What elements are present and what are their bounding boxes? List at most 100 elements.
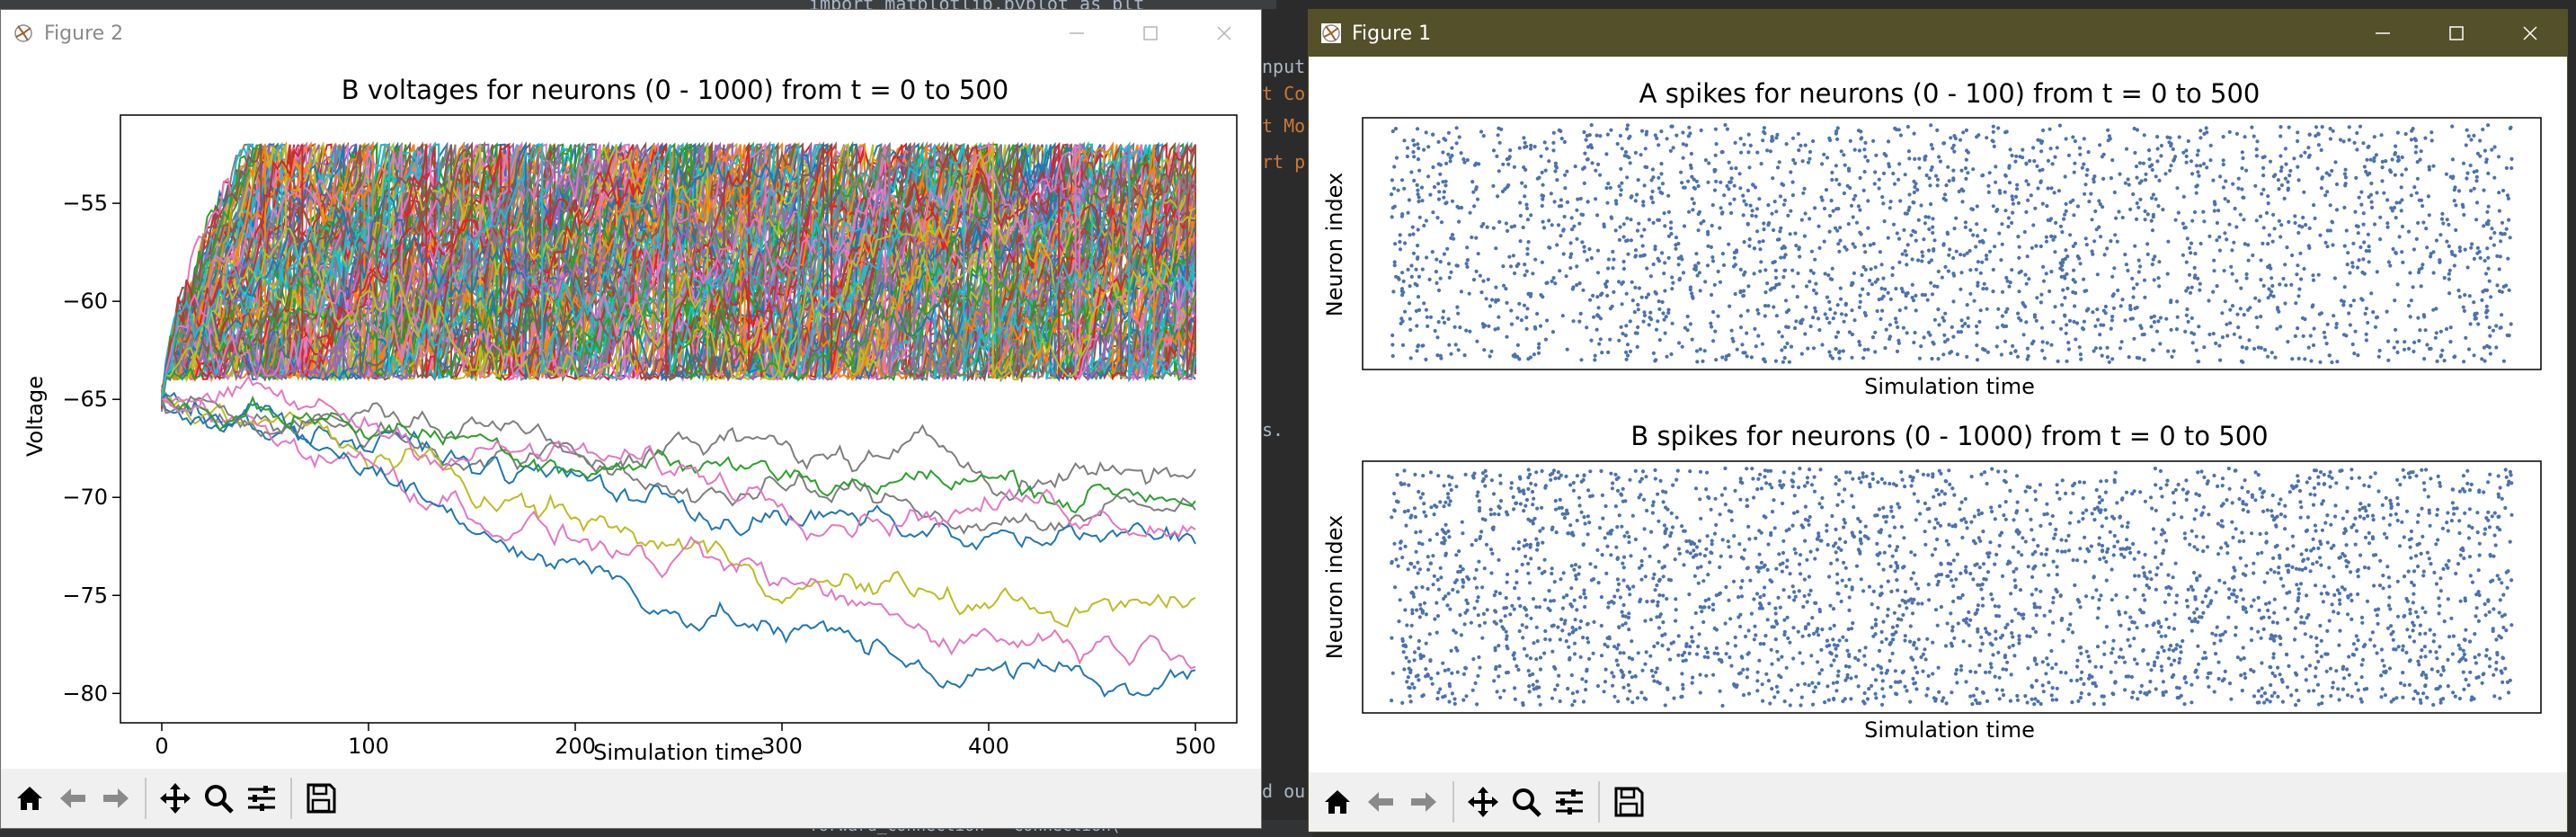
spike-point [1463, 472, 1468, 476]
spike-point [1762, 227, 1766, 232]
spike-point [1474, 567, 1479, 573]
spike-point [2304, 529, 2308, 534]
spike-point [2049, 343, 2054, 347]
spike-point [1680, 344, 1684, 349]
spike-point [1595, 683, 1601, 689]
spike-point [1941, 141, 1946, 146]
forward-icon[interactable] [94, 775, 138, 822]
spike-point [2150, 228, 2155, 233]
save-icon[interactable] [299, 775, 342, 822]
close-button[interactable] [1187, 10, 1261, 57]
back-icon[interactable] [51, 775, 94, 822]
spike-point [1965, 303, 1969, 307]
spike-point [2253, 296, 2258, 300]
spike-point [2438, 329, 2443, 334]
spike-point [1981, 240, 1985, 245]
spike-point [1911, 676, 1915, 681]
spike-point [1620, 610, 1624, 614]
spike-point [1914, 182, 1918, 186]
spike-point [1977, 239, 1982, 244]
spike-point [1596, 162, 1601, 166]
spike-point [1904, 253, 1909, 257]
spike-point [2486, 266, 2491, 271]
figure2-window[interactable]: Figure 2 B voltages for neurons (0 - 100… [0, 9, 1262, 829]
spike-point [1901, 612, 1905, 618]
spike-point [1772, 305, 1776, 309]
spike-point [2490, 147, 2494, 152]
spike-point [1651, 674, 1656, 679]
spike-point [1728, 655, 1732, 660]
spike-point [1899, 469, 1904, 475]
figure2-canvas[interactable]: B voltages for neurons (0 - 1000) from t… [1, 57, 1261, 770]
spike-point [1729, 518, 1734, 522]
spike-point [1825, 295, 1830, 299]
spike-point [1454, 553, 1459, 557]
spike-point [1990, 597, 1994, 601]
spike-point [2367, 484, 2371, 489]
spike-point [2147, 157, 2152, 162]
spike-point [1571, 488, 1576, 493]
spike-point [1740, 343, 1745, 347]
minimize-button[interactable] [1040, 10, 1114, 57]
figure1-titlebar[interactable]: Figure 1 [1309, 10, 2567, 57]
spike-point [1446, 262, 1452, 266]
figure2-titlebar[interactable]: Figure 2 [1, 10, 1261, 57]
maximize-button[interactable] [2420, 10, 2493, 57]
pan-icon[interactable] [154, 775, 197, 822]
spike-point [1620, 302, 1624, 307]
voltage-line-chart[interactable]: B voltages for neurons (0 - 1000) from t… [1, 57, 1261, 770]
spike-point [1402, 510, 1407, 514]
spike-point [1535, 506, 1540, 511]
spike-point [2400, 224, 2405, 229]
spike-point [2101, 308, 2106, 313]
spike-point [1837, 537, 1843, 541]
spike-point [1447, 343, 1452, 347]
spike-point [1516, 667, 1521, 672]
spike-point [1606, 257, 1611, 262]
spike-point [1728, 180, 1733, 184]
spike-point [1971, 577, 1976, 582]
spike-point [2436, 669, 2440, 674]
spike-point [1985, 699, 1990, 704]
spike-point [1594, 565, 1598, 569]
zoom-icon[interactable] [197, 775, 240, 822]
spike-point [2438, 233, 2443, 237]
close-button[interactable] [2493, 10, 2567, 57]
spike-point [1981, 173, 1985, 178]
spike-point [2014, 566, 2019, 571]
spike-point [1416, 255, 1420, 260]
spike-point [1874, 153, 1879, 157]
spike-point [1956, 621, 1960, 626]
home-icon[interactable] [8, 775, 51, 822]
spike-point [1863, 155, 1868, 159]
spike-point [1729, 328, 1734, 333]
spike-point [1671, 146, 1675, 150]
spike-point [1639, 295, 1644, 299]
spike-point [2104, 478, 2109, 483]
spike-raster-figure[interactable]: A spikes for neurons (0 - 100) from t = … [1309, 57, 2567, 781]
spike-point [1511, 494, 1515, 499]
spike-point [1825, 542, 1830, 548]
spike-point [1827, 299, 1832, 304]
spike-point [1825, 529, 1829, 533]
spike-point [2064, 209, 2068, 213]
spike-point [1988, 662, 1993, 666]
spike-point [2045, 502, 2049, 506]
spike-point [1418, 530, 1423, 534]
spike-point [1746, 132, 1751, 137]
spike-point [1529, 616, 1533, 620]
spike-point [2343, 167, 2348, 172]
spike-point [2447, 277, 2451, 281]
spike-point [1847, 608, 1852, 613]
maximize-button[interactable] [1114, 10, 1187, 57]
spike-point [2500, 614, 2504, 619]
figure1-canvas[interactable]: A spikes for neurons (0 - 100) from t = … [1309, 57, 2567, 781]
configure-subplots-icon[interactable] [240, 775, 283, 822]
spike-point [1888, 534, 1892, 539]
spike-point [2409, 529, 2413, 534]
spike-point [2184, 313, 2189, 317]
spike-point [1961, 639, 1966, 644]
minimize-button[interactable] [2346, 10, 2420, 57]
figure1-window[interactable]: Figure 1 A spikes for neurons (0 - 100) … [1308, 9, 2568, 833]
spike-point [1523, 194, 1527, 199]
